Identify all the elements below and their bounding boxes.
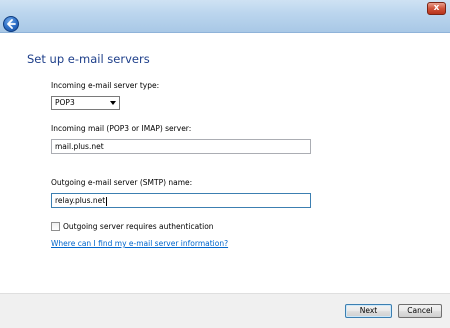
chevron-down-icon — [110, 101, 116, 105]
outgoing-server-value: relay.plus.net — [55, 196, 106, 205]
close-button[interactable]: x — [427, 2, 446, 15]
outgoing-server-label: Outgoing e-mail server (SMTP) name: — [51, 178, 193, 187]
close-icon: x — [433, 3, 440, 13]
page-title: Set up e-mail servers — [27, 52, 150, 66]
incoming-type-select[interactable]: POP3 — [51, 96, 120, 110]
incoming-type-value: POP3 — [55, 98, 75, 107]
incoming-server-label: Incoming mail (POP3 or IMAP) server: — [51, 124, 192, 133]
server-info-help-link[interactable]: Where can I find my e-mail server inform… — [51, 239, 228, 248]
incoming-server-input[interactable]: mail.plus.net — [51, 139, 311, 154]
back-arrow-icon — [7, 19, 16, 29]
title-bar — [0, 0, 450, 33]
next-button[interactable]: Next — [345, 304, 392, 318]
auth-checkbox[interactable] — [51, 222, 60, 231]
incoming-type-label: Incoming e-mail server type: — [51, 81, 160, 90]
text-caret — [106, 196, 108, 206]
outgoing-server-input[interactable]: relay.plus.net — [51, 193, 311, 208]
cancel-button[interactable]: Cancel — [398, 304, 442, 318]
auth-checkbox-label[interactable]: Outgoing server requires authentication — [63, 222, 214, 231]
back-button[interactable] — [3, 16, 19, 32]
dialog-content — [0, 33, 450, 293]
incoming-server-value: mail.plus.net — [55, 142, 104, 151]
